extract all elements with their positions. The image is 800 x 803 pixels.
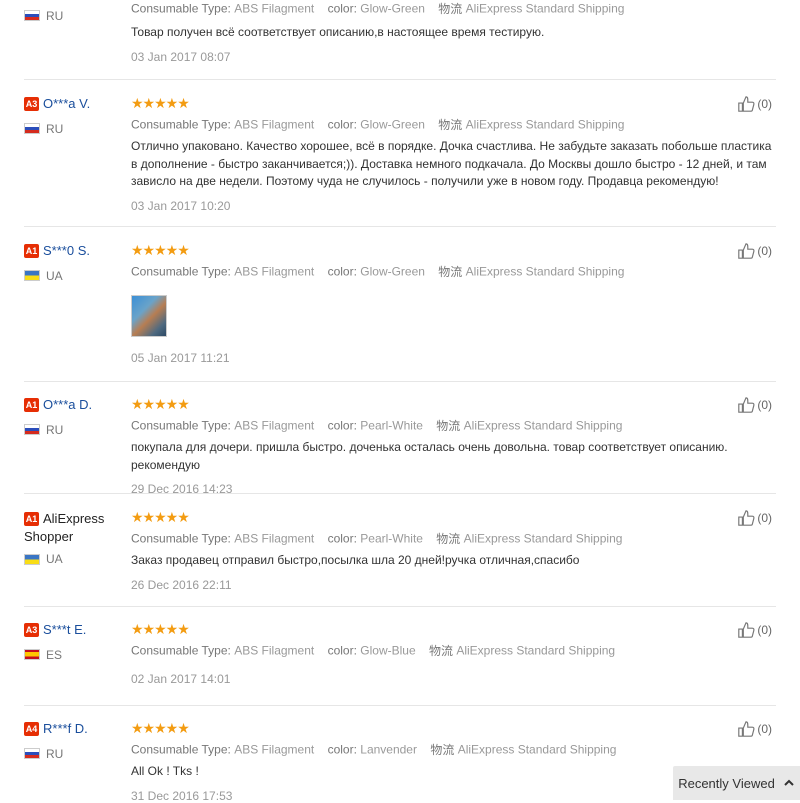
reviewer-info: A3 S***t E. ES [24, 621, 124, 663]
reviewer-name: AliExpress [43, 510, 105, 526]
reviewer-country: UA [24, 268, 124, 284]
buyer-level-badge: A3 [24, 622, 39, 637]
feedback-list: RU Consumable Type: ABS Filagment color:… [0, 0, 800, 803]
buyer-level-badge: A4 [24, 721, 39, 736]
review-date: 02 Jan 2017 14:01 [131, 672, 231, 686]
chevron-up-icon [784, 779, 794, 786]
helpful-button[interactable]: (0) [737, 720, 772, 738]
review-date: 03 Jan 2017 10:20 [131, 198, 231, 213]
reviewer-country: RU [24, 121, 124, 137]
review-text: покупала для дочери. пришла быстро. доче… [131, 440, 728, 472]
recently-viewed-button[interactable]: Recently Viewed [673, 766, 800, 800]
reviewer-name[interactable]: O***a D. [43, 397, 92, 412]
divider [24, 381, 776, 382]
review-text: Отлично упаковано. Качество хорошее, всё… [131, 139, 772, 188]
reviewer-info: A1 O***a D. RU [24, 396, 124, 438]
order-attributes: Consumable Type: ABS Filagment color: Gl… [131, 117, 625, 133]
reviewer-name[interactable]: O***a V. [43, 96, 90, 111]
star-rating: ★★★★★ [131, 509, 190, 525]
reviewer-info: A1 AliExpress Shopper UA [24, 509, 124, 568]
reviewer-info: RU [24, 0, 124, 24]
reviewer-name-line2: Shopper [24, 528, 74, 544]
review-photo[interactable] [131, 295, 167, 337]
buyer-level-badge: A1 [24, 243, 39, 258]
buyer-level-badge: A1 [24, 511, 39, 526]
order-attributes: Consumable Type: ABS Filagment color: Pe… [131, 531, 623, 547]
review-content: ★★★★★ Consumable Type: ABS Filagment col… [131, 509, 781, 592]
reviewer-info: A4 R***f D. RU [24, 720, 124, 762]
star-rating: ★★★★★ [131, 621, 190, 637]
thumbs-up-icon [738, 397, 755, 413]
flag-ua-icon [24, 270, 40, 282]
order-attributes: Consumable Type: ABS Filagment color: Gl… [131, 643, 616, 659]
flag-ru-icon [24, 10, 40, 22]
review-content: ★★★★★ Consumable Type: ABS Filagment col… [131, 95, 781, 213]
reviewer-name[interactable]: S***0 S. [43, 243, 90, 258]
divider [24, 226, 776, 227]
review-date: 26 Dec 2016 22:11 [131, 577, 232, 592]
reviewer-name[interactable]: S***t E. [43, 622, 86, 637]
flag-ru-icon [24, 424, 40, 436]
star-rating: ★★★★★ [131, 396, 190, 412]
flag-ru-icon [24, 123, 40, 135]
reviewer-name[interactable]: R***f D. [43, 721, 88, 736]
helpful-button[interactable]: (0) [737, 242, 772, 260]
reviewer-country: UA [24, 552, 124, 568]
star-rating: ★★★★★ [131, 720, 190, 736]
divider [24, 79, 776, 80]
thumbs-up-icon [738, 510, 755, 526]
buyer-level-badge: A1 [24, 397, 39, 412]
review-date: 03 Jan 2017 08:07 [131, 49, 231, 64]
reviewer-country: RU [24, 8, 124, 24]
review-content: ★★★★★ Consumable Type: ABS Filagment col… [131, 621, 781, 686]
star-rating: ★★★★★ [131, 95, 190, 111]
order-attributes: Consumable Type: ABS Filagment color: La… [131, 742, 617, 758]
order-attributes: Consumable Type: ABS Filagment color: Gl… [131, 1, 625, 17]
star-rating: ★★★★★ [131, 242, 190, 258]
review-date: 05 Jan 2017 11:21 [131, 351, 230, 365]
flag-ua-icon [24, 553, 40, 565]
helpful-button[interactable]: (0) [737, 621, 772, 639]
divider [24, 606, 776, 607]
helpful-button[interactable]: (0) [737, 509, 772, 527]
review-content: ★★★★★ Consumable Type: ABS Filagment col… [131, 242, 781, 365]
helpful-button[interactable]: (0) [737, 396, 772, 414]
order-attributes: Consumable Type: ABS Filagment color: Pe… [131, 418, 623, 434]
review-content: ★★★★★ Consumable Type: ABS Filagment col… [131, 396, 781, 496]
reviewer-info: A3 O***a V. RU [24, 95, 124, 137]
thumbs-up-icon [738, 622, 755, 638]
buyer-level-badge: A3 [24, 96, 39, 111]
helpful-button[interactable]: (0) [737, 95, 772, 113]
divider [24, 493, 776, 494]
flag-ru-icon [24, 748, 40, 760]
review-text: Заказ продавец отправил быстро,посылка ш… [131, 553, 580, 567]
reviewer-country: RU [24, 746, 124, 762]
thumbs-up-icon [738, 243, 755, 259]
reviewer-info: A1 S***0 S. UA [24, 242, 124, 284]
review-text: Товар получен всё соответствует описанию… [131, 25, 545, 39]
reviewer-country: ES [24, 647, 124, 663]
reviewer-country: RU [24, 422, 124, 438]
flag-es-icon [24, 649, 40, 661]
order-attributes: Consumable Type: ABS Filagment color: Gl… [131, 264, 625, 280]
review-content: Consumable Type: ABS Filagment color: Gl… [131, 0, 781, 64]
recently-viewed-label: Recently Viewed [678, 775, 775, 791]
thumbs-up-icon [738, 721, 755, 737]
divider [24, 705, 776, 706]
thumbs-up-icon [738, 96, 755, 112]
